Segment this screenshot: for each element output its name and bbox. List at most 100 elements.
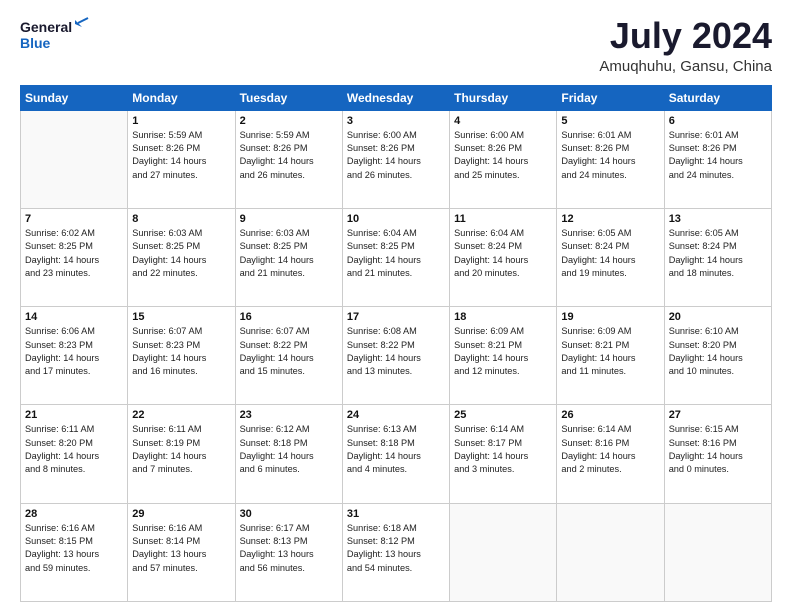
calendar-cell: 25Sunrise: 6:14 AMSunset: 8:17 PMDayligh… — [450, 405, 557, 503]
calendar-cell: 28Sunrise: 6:16 AMSunset: 8:15 PMDayligh… — [21, 503, 128, 601]
calendar-table: SundayMondayTuesdayWednesdayThursdayFrid… — [20, 85, 772, 602]
calendar-cell: 23 Sunrise: 6:12 AMSunset: 8:18 PMDayligh… — [235, 405, 342, 503]
calendar-cell: 2Sunrise: 5:59 AMSunset: 8:26 PMDaylight… — [235, 110, 342, 208]
day-info: Sunrise: 6:16 AMSunset: 8:14 PMDaylight:… — [132, 522, 230, 575]
logo-svg: General Blue — [20, 16, 90, 52]
day-number: 24 — [347, 409, 445, 421]
day-info: Sunrise: 6:05 AMSunset: 8:24 PMDaylight:… — [561, 227, 659, 280]
calendar-cell: 24 Sunrise: 6:13 AMSunset: 8:18 PMDayligh… — [342, 405, 449, 503]
day-info: Sunrise: 6:17 AMSunset: 8:13 PMDaylight:… — [240, 522, 338, 575]
day-number: 21 — [25, 409, 123, 421]
day-number: 26 — [561, 409, 659, 421]
calendar-cell: 15Sunrise: 6:07 AMSunset: 8:23 PMDayligh… — [128, 307, 235, 405]
calendar-cell: 21 Sunrise: 6:11 AMSunset: 8:20 PMDayligh… — [21, 405, 128, 503]
calendar-cell: 8Sunrise: 6:03 AMSunset: 8:25 PMDaylight… — [128, 208, 235, 306]
day-info: Sunrise: 6:07 AMSunset: 8:23 PMDaylight:… — [132, 325, 230, 378]
day-info: Sunrise: 6:11 AMSunset: 8:19 PMDaylight:… — [132, 423, 230, 476]
day-info: Sunrise: 6:15 AMSunset: 8:16 PMDaylight:… — [669, 423, 767, 476]
day-info: Sunrise: 6:06 AMSunset: 8:23 PMDaylight:… — [25, 325, 123, 378]
calendar-cell — [21, 110, 128, 208]
day-number: 12 — [561, 213, 659, 225]
day-info: Sunrise: 6:04 AMSunset: 8:25 PMDaylight:… — [347, 227, 445, 280]
day-info: Sunrise: 6:00 AMSunset: 8:26 PMDaylight:… — [454, 129, 552, 182]
calendar-cell: 20Sunrise: 6:10 AMSunset: 8:20 PMDayligh… — [664, 307, 771, 405]
day-info: Sunrise: 5:59 AMSunset: 8:26 PMDaylight:… — [132, 129, 230, 182]
day-number: 22 — [132, 409, 230, 421]
day-info: Sunrise: 6:05 AMSunset: 8:24 PMDaylight:… — [669, 227, 767, 280]
day-number: 1 — [132, 115, 230, 127]
calendar-cell: 3Sunrise: 6:00 AMSunset: 8:26 PMDaylight… — [342, 110, 449, 208]
day-info: Sunrise: 6:03 AMSunset: 8:25 PMDaylight:… — [240, 227, 338, 280]
calendar-cell — [557, 503, 664, 601]
calendar-header-thursday: Thursday — [450, 85, 557, 110]
calendar-cell — [450, 503, 557, 601]
day-number: 25 — [454, 409, 552, 421]
calendar-header-sunday: Sunday — [21, 85, 128, 110]
day-number: 3 — [347, 115, 445, 127]
calendar-cell: 1 Sunrise: 5:59 AMSunset: 8:26 PMDaylight… — [128, 110, 235, 208]
day-number: 8 — [132, 213, 230, 225]
calendar-cell: 4 Sunrise: 6:00 AMSunset: 8:26 PMDaylight… — [450, 110, 557, 208]
day-info: Sunrise: 6:09 AMSunset: 8:21 PMDaylight:… — [454, 325, 552, 378]
day-info: Sunrise: 6:18 AMSunset: 8:12 PMDaylight:… — [347, 522, 445, 575]
calendar-cell: 26 Sunrise: 6:14 AMSunset: 8:16 PMDayligh… — [557, 405, 664, 503]
calendar-cell: 6Sunrise: 6:01 AMSunset: 8:26 PMDaylight… — [664, 110, 771, 208]
calendar-cell: 9 Sunrise: 6:03 AMSunset: 8:25 PMDaylight… — [235, 208, 342, 306]
calendar-cell: 17Sunrise: 6:08 AMSunset: 8:22 PMDayligh… — [342, 307, 449, 405]
day-info: Sunrise: 6:16 AMSunset: 8:15 PMDaylight:… — [25, 522, 123, 575]
calendar-header-wednesday: Wednesday — [342, 85, 449, 110]
header: General Blue July 2024 Amuqhuhu, Gansu, … — [20, 16, 772, 75]
calendar-cell: 14Sunrise: 6:06 AMSunset: 8:23 PMDayligh… — [21, 307, 128, 405]
day-number: 29 — [132, 508, 230, 520]
calendar-cell: 19 Sunrise: 6:09 AMSunset: 8:21 PMDayligh… — [557, 307, 664, 405]
day-number: 10 — [347, 213, 445, 225]
day-info: Sunrise: 6:11 AMSunset: 8:20 PMDaylight:… — [25, 423, 123, 476]
svg-text:Blue: Blue — [20, 35, 51, 51]
day-number: 16 — [240, 311, 338, 323]
calendar-week-1: 1 Sunrise: 5:59 AMSunset: 8:26 PMDaylight… — [21, 110, 772, 208]
day-number: 9 — [240, 213, 338, 225]
title-area: July 2024 Amuqhuhu, Gansu, China — [599, 16, 772, 75]
day-info: Sunrise: 6:01 AMSunset: 8:26 PMDaylight:… — [561, 129, 659, 182]
calendar-cell: 22 Sunrise: 6:11 AMSunset: 8:19 PMDayligh… — [128, 405, 235, 503]
day-info: Sunrise: 6:02 AMSunset: 8:25 PMDaylight:… — [25, 227, 123, 280]
calendar-cell: 29 Sunrise: 6:16 AMSunset: 8:14 PMDayligh… — [128, 503, 235, 601]
day-info: Sunrise: 5:59 AMSunset: 8:26 PMDaylight:… — [240, 129, 338, 182]
calendar-cell — [664, 503, 771, 601]
day-info: Sunrise: 6:12 AMSunset: 8:18 PMDaylight:… — [240, 423, 338, 476]
day-number: 19 — [561, 311, 659, 323]
calendar-cell: 18 Sunrise: 6:09 AMSunset: 8:21 PMDayligh… — [450, 307, 557, 405]
calendar-cell: 12 Sunrise: 6:05 AMSunset: 8:24 PMDayligh… — [557, 208, 664, 306]
day-number: 5 — [561, 115, 659, 127]
calendar-week-3: 14Sunrise: 6:06 AMSunset: 8:23 PMDayligh… — [21, 307, 772, 405]
calendar-cell: 7Sunrise: 6:02 AMSunset: 8:25 PMDaylight… — [21, 208, 128, 306]
day-number: 18 — [454, 311, 552, 323]
day-info: Sunrise: 6:01 AMSunset: 8:26 PMDaylight:… — [669, 129, 767, 182]
page-title: July 2024 — [599, 16, 772, 56]
day-number: 4 — [454, 115, 552, 127]
calendar-cell: 30 Sunrise: 6:17 AMSunset: 8:13 PMDayligh… — [235, 503, 342, 601]
calendar-cell: 11Sunrise: 6:04 AMSunset: 8:24 PMDayligh… — [450, 208, 557, 306]
day-info: Sunrise: 6:07 AMSunset: 8:22 PMDaylight:… — [240, 325, 338, 378]
day-number: 23 — [240, 409, 338, 421]
calendar-cell: 5 Sunrise: 6:01 AMSunset: 8:26 PMDaylight… — [557, 110, 664, 208]
day-info: Sunrise: 6:13 AMSunset: 8:18 PMDaylight:… — [347, 423, 445, 476]
calendar-week-2: 7Sunrise: 6:02 AMSunset: 8:25 PMDaylight… — [21, 208, 772, 306]
day-info: Sunrise: 6:14 AMSunset: 8:16 PMDaylight:… — [561, 423, 659, 476]
day-number: 30 — [240, 508, 338, 520]
calendar-week-4: 21 Sunrise: 6:11 AMSunset: 8:20 PMDayligh… — [21, 405, 772, 503]
calendar-header-saturday: Saturday — [664, 85, 771, 110]
day-number: 13 — [669, 213, 767, 225]
calendar-header-row: SundayMondayTuesdayWednesdayThursdayFrid… — [21, 85, 772, 110]
calendar-header-friday: Friday — [557, 85, 664, 110]
calendar-header-monday: Monday — [128, 85, 235, 110]
page: General Blue July 2024 Amuqhuhu, Gansu, … — [0, 0, 792, 612]
calendar-cell: 16 Sunrise: 6:07 AMSunset: 8:22 PMDayligh… — [235, 307, 342, 405]
calendar-cell: 10 Sunrise: 6:04 AMSunset: 8:25 PMDayligh… — [342, 208, 449, 306]
page-subtitle: Amuqhuhu, Gansu, China — [599, 58, 772, 75]
calendar-week-5: 28Sunrise: 6:16 AMSunset: 8:15 PMDayligh… — [21, 503, 772, 601]
calendar-body: 1 Sunrise: 5:59 AMSunset: 8:26 PMDaylight… — [21, 110, 772, 601]
day-info: Sunrise: 6:09 AMSunset: 8:21 PMDaylight:… — [561, 325, 659, 378]
day-number: 27 — [669, 409, 767, 421]
calendar-cell: 13 Sunrise: 6:05 AMSunset: 8:24 PMDayligh… — [664, 208, 771, 306]
